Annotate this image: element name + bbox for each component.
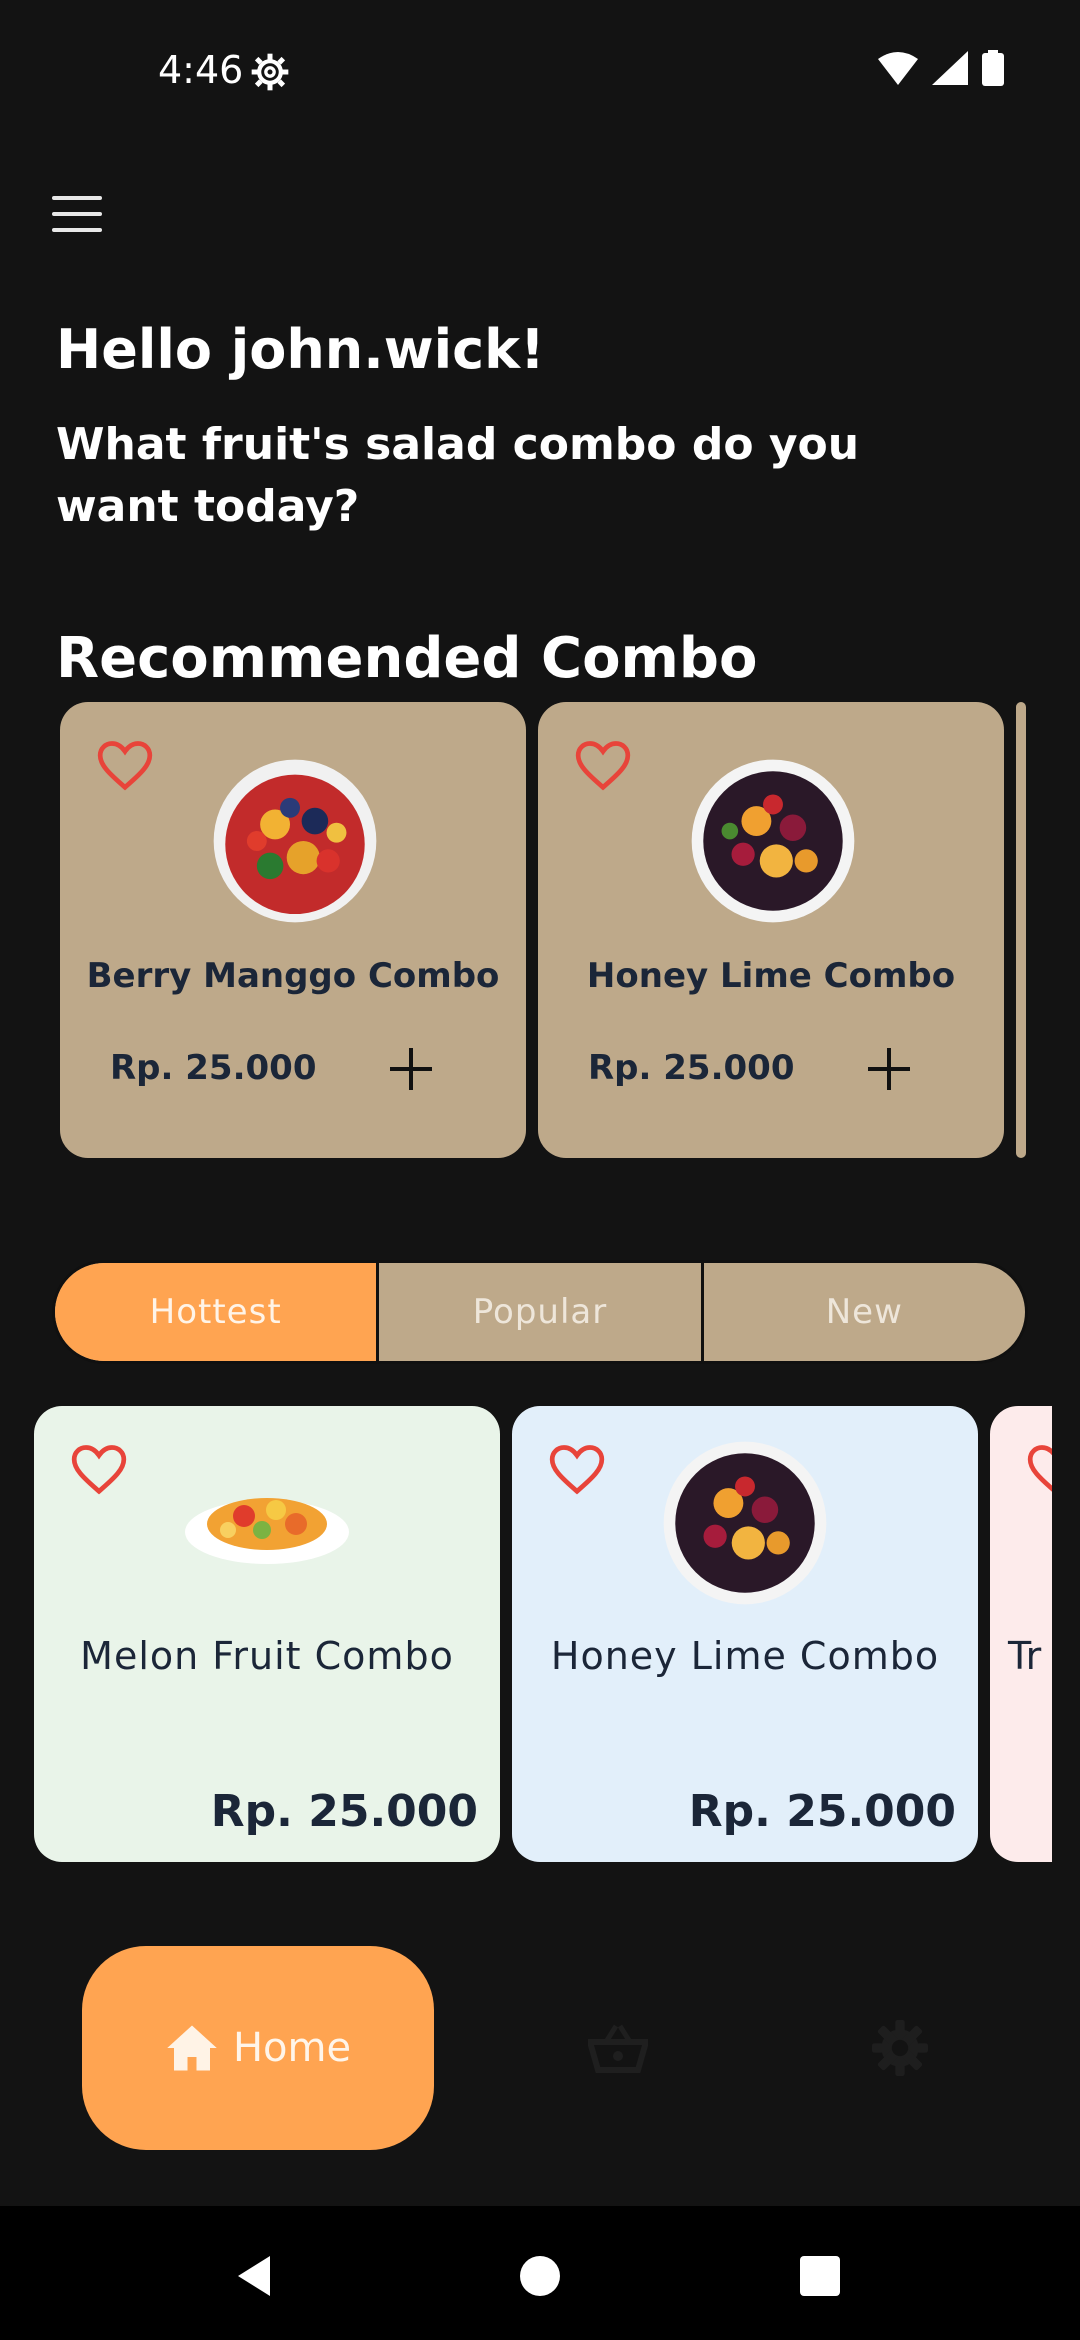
recommended-card-name: Honey Lime Combo: [586, 956, 956, 996]
product-card-price: Rp. 25.000: [688, 1786, 956, 1837]
add-to-basket-icon[interactable]: [868, 1048, 910, 1090]
recommended-card-price: Rp. 25.000: [588, 1048, 795, 1088]
honey-lime-image: [663, 1441, 827, 1605]
recommended-card[interactable]: Honey Lime Combo Rp. 25.000: [538, 702, 1004, 1158]
honey-lime-image: [691, 759, 855, 923]
heart-icon[interactable]: [574, 740, 632, 792]
tab-hottest[interactable]: Hottest: [55, 1263, 377, 1361]
heart-icon[interactable]: [1026, 1444, 1052, 1496]
product-card[interactable]: Melon Fruit Combo Rp. 25.000: [34, 1406, 500, 1862]
product-card[interactable]: Honey Lime Combo Rp. 25.000: [512, 1406, 978, 1862]
status-time: 4:46: [158, 48, 244, 92]
home-nav-button[interactable]: Home: [82, 1946, 434, 2150]
system-navigation-bar: [0, 2206, 1080, 2340]
question-text: What fruit's salad combo do you want tod…: [56, 419, 860, 532]
wifi-icon: [878, 52, 918, 85]
status-icons: [878, 50, 1004, 86]
menu-icon[interactable]: [52, 196, 102, 232]
recents-icon[interactable]: [800, 2256, 840, 2296]
settings-status-icon: [251, 53, 289, 91]
product-card-price: Rp. 25.000: [210, 1786, 478, 1837]
battery-icon: [982, 50, 1004, 86]
tab-new[interactable]: New: [700, 1263, 1025, 1361]
heart-icon[interactable]: [96, 740, 154, 792]
settings-nav-icon[interactable]: [872, 2020, 928, 2076]
recommended-card-name: Berry Manggo Combo: [86, 956, 500, 996]
recommended-card[interactable]: Berry Manggo Combo Rp. 25.000: [60, 702, 526, 1158]
section-title-recommended: Recommended Combo: [56, 626, 758, 691]
heart-icon[interactable]: [548, 1444, 606, 1496]
home-system-icon[interactable]: [520, 2256, 560, 2296]
recommended-card-price: Rp. 25.000: [110, 1048, 317, 1088]
greeting-text: Hello john.wick!: [56, 318, 545, 381]
back-icon[interactable]: [234, 2254, 274, 2298]
signal-icon: [932, 51, 968, 85]
product-card-name: Tr: [1008, 1634, 1042, 1678]
home-nav-label: Home: [232, 2025, 352, 2071]
home-icon: [167, 2025, 217, 2071]
product-card-partial[interactable]: Tr: [990, 1406, 1052, 1862]
category-tabs: Hottest Popular New: [52, 1260, 1028, 1364]
product-card-name: Honey Lime Combo: [550, 1634, 940, 1678]
heart-icon[interactable]: [70, 1444, 128, 1496]
product-card-name: Melon Fruit Combo: [80, 1634, 454, 1678]
melon-fruit-image: [185, 1498, 349, 1564]
basket-icon[interactable]: [588, 2022, 648, 2074]
add-to-basket-icon[interactable]: [390, 1048, 432, 1090]
berry-manggo-image: [213, 759, 377, 923]
recommended-card-partial[interactable]: [1016, 702, 1026, 1158]
tab-popular[interactable]: Popular: [376, 1263, 700, 1361]
